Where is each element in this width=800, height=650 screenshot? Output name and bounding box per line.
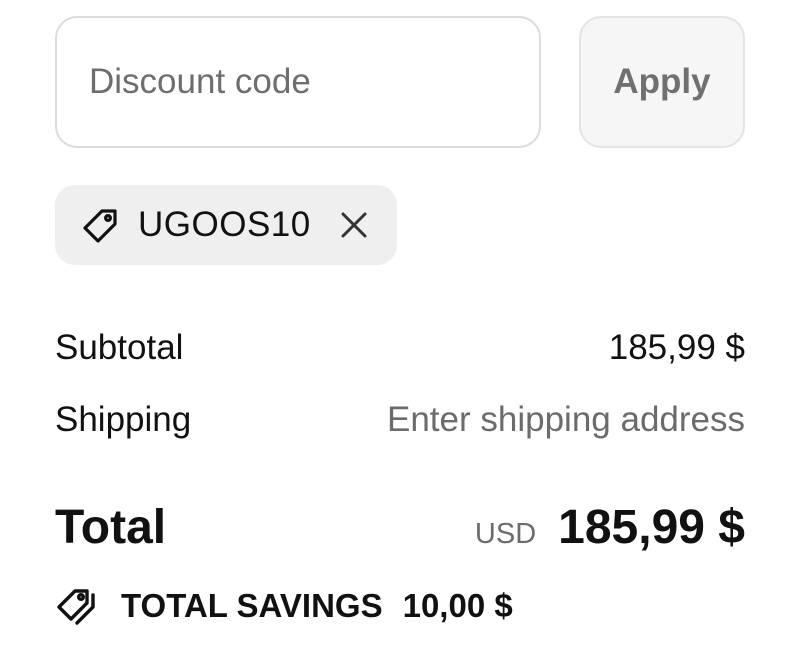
total-amount-group: USD 185,99 $ <box>475 500 745 555</box>
shipping-label: Shipping <box>55 400 192 439</box>
total-savings-label: TOTAL SAVINGS <box>121 587 383 624</box>
total-label: Total <box>55 501 167 554</box>
applied-discount-chip: UGOOS10 <box>55 185 397 265</box>
currency-code: USD <box>474 518 537 550</box>
shipping-value: Enter shipping address <box>387 400 745 439</box>
subtotal-label: Subtotal <box>55 328 184 367</box>
total-amount: 185,99 $ <box>558 501 745 554</box>
close-icon[interactable] <box>337 208 371 242</box>
shipping-row: Shipping Enter shipping address <box>55 400 745 440</box>
total-savings-amount: 10,00 $ <box>402 587 513 624</box>
tags-icon <box>55 585 101 627</box>
subtotal-row: Subtotal 185,99 $ <box>55 328 745 368</box>
tag-icon <box>80 204 122 246</box>
total-row: Total USD 185,99 $ <box>55 500 745 555</box>
subtotal-value: 185,99 $ <box>608 328 745 367</box>
apply-discount-button[interactable]: Apply <box>579 16 745 148</box>
discount-code-input[interactable] <box>55 16 541 148</box>
total-savings: TOTAL SAVINGS 10,00 $ <box>55 585 513 627</box>
applied-code-label: UGOOS10 <box>138 205 311 244</box>
